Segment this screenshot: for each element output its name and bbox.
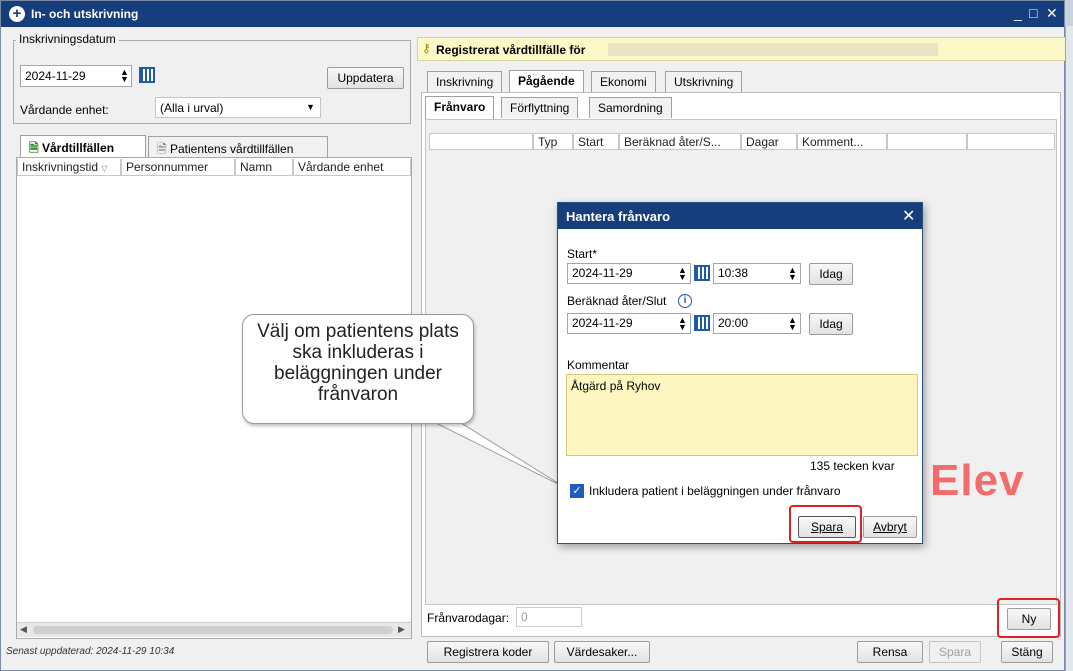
tab-vardtillfallen[interactable]: 🗎 Vårdtillfällen <box>20 135 146 159</box>
chars-left: 135 tecken kvar <box>810 459 895 473</box>
title-bar: + In- och utskrivning _ □ ✕ <box>1 1 1064 27</box>
col-start[interactable]: Start <box>573 133 619 150</box>
highlight-new-button <box>997 598 1060 638</box>
tab-ekonomi[interactable]: Ekonomi <box>591 71 656 92</box>
scroll-left-icon[interactable]: ◀ <box>20 624 27 635</box>
include-checkbox[interactable]: ✓ <box>570 484 584 498</box>
col-admission-time[interactable]: Inskrivningstid ▽ <box>17 159 121 176</box>
app-plus-icon: + <box>9 6 25 22</box>
col-expected-return[interactable]: Beräknad åter/S... <box>619 133 741 150</box>
end-date-spinner-icon[interactable]: ▲ ▼ <box>678 316 687 332</box>
tab-pagaende[interactable]: Pågående <box>509 70 584 93</box>
dialog-close-icon[interactable]: ✕ <box>902 206 915 226</box>
left-tabs: 🗎 Vårdtillfällen 🗎 Patientens vårdtillfä… <box>16 135 412 159</box>
sort-icon: ▽ <box>101 164 108 173</box>
end-today-button[interactable]: Idag <box>809 313 853 335</box>
end-date-input[interactable]: 2024-11-29 <box>567 313 691 334</box>
tab-label: Patientens vårdtillfällen <box>170 142 294 156</box>
subtab-forflyttning[interactable]: Förflyttning <box>501 97 579 118</box>
end-time-spinner-icon[interactable]: ▲ ▼ <box>788 316 797 332</box>
subtab-samordning[interactable]: Samordning <box>589 97 672 118</box>
comment-label: Kommentar <box>567 358 630 372</box>
horizontal-scrollbar[interactable]: ◀ ▶ <box>17 622 411 637</box>
absence-days-field: 0 <box>516 607 582 627</box>
include-label: Inkludera patient i beläggningen under f… <box>589 484 841 498</box>
tab-utskrivning[interactable]: Utskrivning <box>665 71 743 92</box>
col-name[interactable]: Namn <box>235 159 293 176</box>
end-calendar-icon[interactable] <box>694 315 710 331</box>
watermark-text: Elev <box>930 456 1025 505</box>
admission-date-input[interactable]: 2024-11-29 <box>20 65 132 87</box>
start-today-button[interactable]: Idag <box>809 263 853 285</box>
clear-button[interactable]: Rensa <box>857 641 923 663</box>
admission-date-legend: Inskrivningsdatum <box>16 32 119 46</box>
window-title: In- och utskrivning <box>31 7 139 21</box>
valuables-button[interactable]: Värdesaker... <box>554 641 650 663</box>
dialog-cancel-button[interactable]: Avbryt <box>863 516 917 538</box>
callout-text: Välj om patientens plats ska inkluderas … <box>257 321 459 405</box>
tab-inskrivning[interactable]: Inskrivning <box>427 71 503 92</box>
col-personal-number[interactable]: Personnummer <box>121 159 235 176</box>
dialog-title-bar: Hantera frånvaro ✕ <box>558 203 922 229</box>
absence-dialog: Hantera frånvaro ✕ Start* 2024-11-29 ▲ ▼ … <box>557 202 923 544</box>
col-extra-1 <box>887 133 967 150</box>
dialog-title: Hantera frånvaro <box>566 209 671 224</box>
col-care-unit[interactable]: Vårdande enhet <box>293 159 411 176</box>
sub-tabs: Frånvaro Förflyttning Samordning <box>425 96 1055 119</box>
highlight-save-button <box>789 505 862 543</box>
right-tabs: Inskrivning Pågående Ekonomi Utskrivning <box>421 70 1061 93</box>
document-icon: 🗎 <box>157 142 167 156</box>
episode-header: ⚷ Registrerat vårdtillfälle för <box>417 37 1066 61</box>
background-window-edge <box>1065 26 1073 671</box>
close-window-button[interactable]: Stäng <box>1001 641 1053 663</box>
start-time-spinner-icon[interactable]: ▲ ▼ <box>788 266 797 282</box>
date-spinner-icon[interactable]: ▲ ▼ <box>120 68 129 84</box>
document-icon: 🗎 <box>29 141 39 155</box>
start-calendar-icon[interactable] <box>694 265 710 281</box>
save-button-disabled[interactable]: Spara <box>929 641 981 663</box>
scrollbar-thumb[interactable] <box>33 626 393 634</box>
col-blank <box>429 133 533 150</box>
minimize-button[interactable]: _ <box>1014 5 1022 21</box>
calendar-icon[interactable] <box>139 67 155 83</box>
key-icon: ⚷ <box>422 41 431 55</box>
update-button[interactable]: Uppdatera <box>327 67 404 89</box>
register-codes-button[interactable]: Registrera koder <box>427 641 549 663</box>
info-icon[interactable]: i <box>678 294 692 308</box>
unit-label: Vårdande enhet: <box>20 103 109 117</box>
patient-name-redacted <box>608 43 938 56</box>
scroll-right-icon[interactable]: ▶ <box>398 624 405 635</box>
help-callout: Välj om patientens plats ska inkluderas … <box>242 314 474 424</box>
tab-patientens-vardtillfallen[interactable]: 🗎 Patientens vårdtillfällen <box>148 136 328 157</box>
tab-label: Vårdtillfällen <box>42 141 115 155</box>
comment-textarea[interactable]: Åtgärd på Ryhov <box>566 374 918 456</box>
last-updated: Senast uppdaterad: 2024-11-29 10:34 <box>6 646 175 657</box>
chevron-down-icon: ▼ <box>306 102 315 112</box>
col-comment[interactable]: Komment... <box>797 133 887 150</box>
end-label: Beräknad åter/Slut <box>567 294 667 308</box>
start-label: Start* <box>567 247 598 261</box>
unit-select[interactable]: (Alla i urval) <box>155 97 321 118</box>
col-type[interactable]: Typ <box>533 133 573 150</box>
col-extra-2 <box>967 133 1055 150</box>
start-date-spinner-icon[interactable]: ▲ ▼ <box>678 266 687 282</box>
col-days[interactable]: Dagar <box>741 133 797 150</box>
subtab-franvaro[interactable]: Frånvaro <box>425 96 495 119</box>
close-button[interactable]: ✕ <box>1046 5 1058 22</box>
maximize-button[interactable]: □ <box>1029 5 1037 21</box>
episode-header-label: Registrerat vårdtillfälle för <box>436 43 586 57</box>
col-label: Inskrivningstid <box>22 160 99 174</box>
absence-days-label: Frånvarodagar: <box>427 611 510 625</box>
start-date-input[interactable]: 2024-11-29 <box>567 263 691 284</box>
